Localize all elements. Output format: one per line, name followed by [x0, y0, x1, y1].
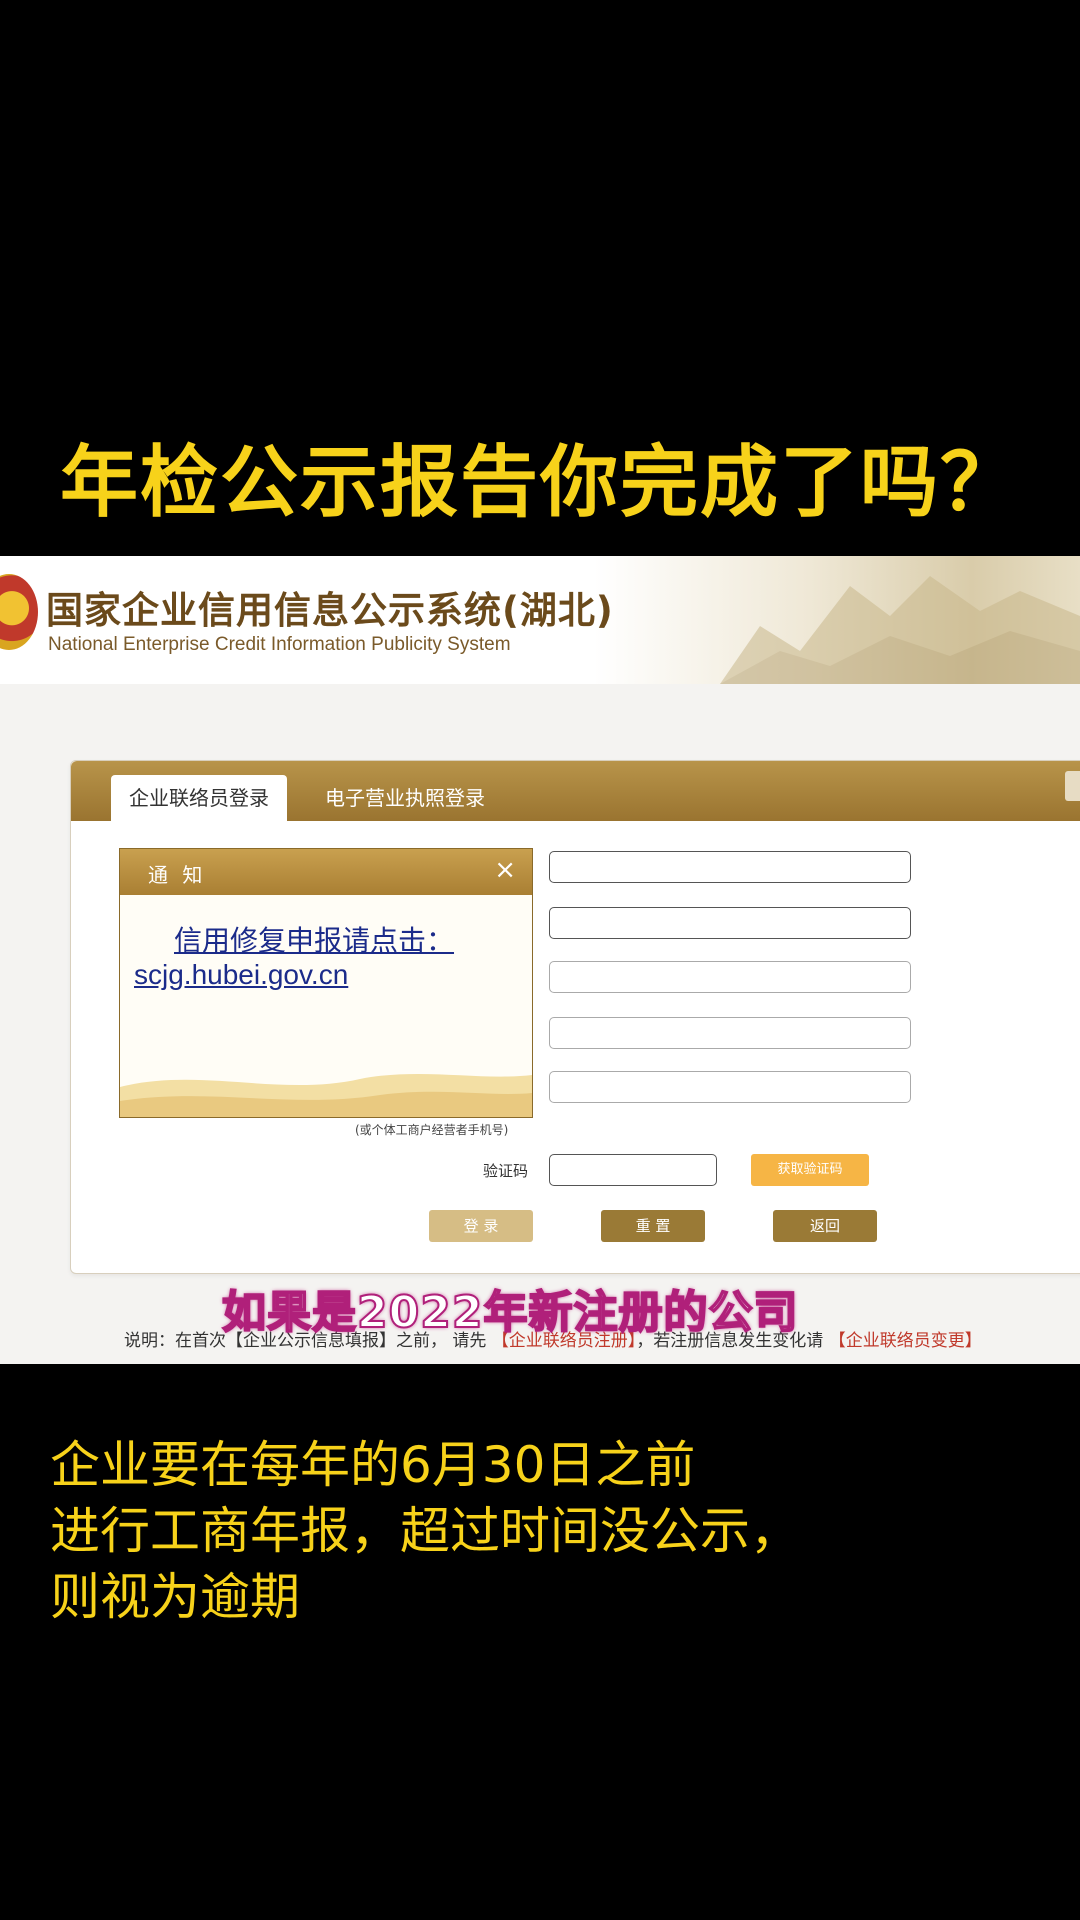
bottom-caption-line-3: 则视为逾期 [50, 1568, 300, 1626]
login-button[interactable]: 登 录 [429, 1210, 533, 1242]
captcha-input[interactable] [549, 1154, 717, 1186]
notice-dialog: 通 知 × 信用修复申报请点击： scjg.hubei.gov.cn [119, 848, 533, 1118]
overlay-subtitle: 如果是2022年新注册的公司 [221, 1286, 799, 1339]
tab-e-license-login[interactable]: 电子营业执照登录 [325, 775, 485, 821]
phone-field[interactable] [549, 1071, 911, 1103]
site-subtitle: National Enterprise Credit Information P… [48, 634, 511, 655]
login-field-4[interactable] [549, 1017, 911, 1049]
login-field-2[interactable] [549, 907, 911, 939]
close-icon[interactable]: × [494, 855, 516, 885]
get-captcha-button[interactable]: 获取验证码 [751, 1154, 869, 1186]
login-field-1[interactable] [549, 851, 911, 883]
reset-button[interactable]: 重 置 [601, 1210, 705, 1242]
bottom-caption-line-2: 进行工商年报，超过时间没公示， [50, 1502, 800, 1560]
bottom-caption: 企业要在每年的6月30日之前 进行工商年报，超过时间没公示， 则视为逾期 [50, 1432, 800, 1630]
site-header: 国家企业信用信息公示系统(湖北) National Enterprise Cre… [0, 556, 1080, 684]
video-title-caption: 年检公示报告你完成了吗？ [59, 438, 1020, 528]
dialog-wave-decoration [120, 1073, 532, 1117]
captcha-label: 验证码 [483, 1162, 529, 1180]
national-emblem-icon [0, 574, 38, 650]
credit-repair-link[interactable]: 信用修复申报请点击： [174, 919, 454, 959]
note-link-change[interactable]: 【企业联络员变更】 [829, 1331, 982, 1351]
login-field-3[interactable] [549, 961, 911, 993]
bottom-caption-line-1: 企业要在每年的6月30日之前 [50, 1436, 696, 1494]
notice-dialog-title: 通 知 [148, 863, 207, 887]
notice-dialog-header: 通 知 × [120, 849, 532, 895]
login-tab-bar: 企业联络员登录 电子营业执照登录 [71, 761, 1080, 821]
browser-screenshot: 国家企业信用信息公示系统(湖北) National Enterprise Cre… [0, 556, 1080, 1364]
tab-liaison-login[interactable]: 企业联络员登录 [111, 775, 287, 821]
mountain-decoration [720, 576, 1080, 684]
note-prefix: 说明：在首次 [124, 1331, 226, 1351]
credit-repair-url-link[interactable]: scjg.hubei.gov.cn [134, 959, 348, 991]
phone-field-note: (或个体工商户经营者手机号) [355, 1123, 509, 1137]
back-button[interactable]: 返回 [773, 1210, 877, 1242]
site-title: 国家企业信用信息公示系统(湖北) [46, 589, 614, 632]
panel-side-button[interactable] [1065, 771, 1080, 801]
